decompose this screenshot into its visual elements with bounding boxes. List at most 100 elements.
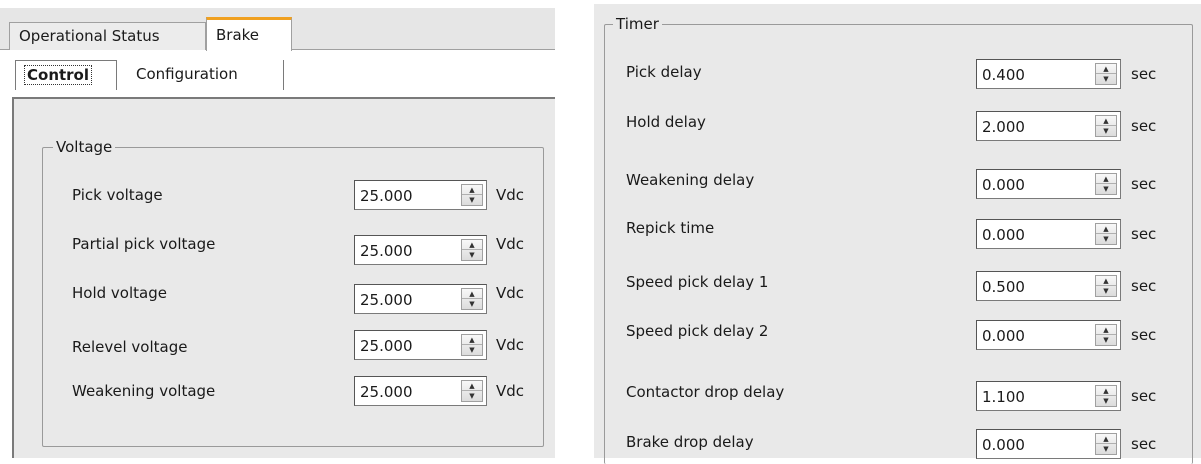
spin-down-icon[interactable]: ▼ [462,299,482,309]
tab-brake[interactable]: Brake [206,17,292,51]
spin-up-icon[interactable]: ▲ [1096,325,1116,335]
relevel-voltage-unit: Vdc [496,336,525,354]
weakening-delay-value[interactable]: 0.000 [982,176,1025,194]
spin-down-icon[interactable]: ▼ [1096,74,1116,84]
spin-down-icon[interactable]: ▼ [1096,335,1116,345]
pick-delay-stepper[interactable]: ▲ ▼ [1095,63,1117,85]
contactor-drop-delay-unit: sec [1131,387,1157,405]
relevel-voltage-value[interactable]: 25.000 [360,337,413,355]
partial-pick-voltage-value[interactable]: 25.000 [360,242,413,260]
spin-down-icon[interactable]: ▼ [1096,286,1116,296]
weakening-delay-spinner[interactable]: 0.000 ▲ ▼ [976,169,1121,199]
weakening-voltage-unit: Vdc [496,382,525,400]
partial-pick-voltage-stepper[interactable]: ▲ ▼ [461,239,483,261]
spin-up-icon[interactable]: ▲ [1096,174,1116,184]
relevel-voltage-label: Relevel voltage [72,338,188,356]
pick-delay-unit: sec [1131,65,1157,83]
spin-up-icon[interactable]: ▲ [1096,276,1116,286]
hold-delay-unit: sec [1131,117,1157,135]
repick-time-spinner[interactable]: 0.000 ▲ ▼ [976,219,1121,249]
repick-time-label: Repick time [626,219,715,237]
hold-voltage-stepper[interactable]: ▲ ▼ [461,288,483,310]
speed-pick-delay-2-stepper[interactable]: ▲ ▼ [1095,324,1117,346]
contactor-drop-delay-row: Contactor drop delay 1.100 ▲ ▼ sec [605,381,1192,411]
spin-down-icon[interactable]: ▼ [462,195,482,205]
spin-up-icon[interactable]: ▲ [462,381,482,391]
weakening-voltage-stepper[interactable]: ▲ ▼ [461,380,483,402]
spin-down-icon[interactable]: ▼ [462,391,482,401]
spin-up-icon[interactable]: ▲ [462,335,482,345]
contactor-drop-delay-spinner[interactable]: 1.100 ▲ ▼ [976,381,1121,411]
subtab-control[interactable]: Control [15,60,117,90]
weakening-delay-stepper[interactable]: ▲ ▼ [1095,173,1117,195]
sub-tab-bar: Control Configuration [0,50,555,98]
brake-drop-delay-value[interactable]: 0.000 [982,436,1025,454]
spin-down-icon[interactable]: ▼ [1096,184,1116,194]
hold-delay-stepper[interactable]: ▲ ▼ [1095,115,1117,137]
spin-up-icon[interactable]: ▲ [462,240,482,250]
pick-voltage-value[interactable]: 25.000 [360,187,413,205]
brake-drop-delay-stepper[interactable]: ▲ ▼ [1095,433,1117,455]
pick-delay-row: Pick delay 0.400 ▲ ▼ sec [605,59,1192,89]
spin-up-icon[interactable]: ▲ [1096,224,1116,234]
control-content: Voltage Pick voltage 25.000 ▲ ▼ Vdc Part… [12,97,555,458]
voltage-group-title: Voltage [53,137,116,157]
partial-pick-voltage-label: Partial pick voltage [72,235,216,253]
repick-time-stepper[interactable]: ▲ ▼ [1095,223,1117,245]
speed-pick-delay-2-spinner[interactable]: 0.000 ▲ ▼ [976,320,1121,350]
main-tab-bar: Operational Status Brake [0,8,555,51]
hold-delay-value[interactable]: 2.000 [982,118,1025,136]
hold-voltage-value[interactable]: 25.000 [360,291,413,309]
speed-pick-delay-1-value[interactable]: 0.500 [982,278,1025,296]
pick-voltage-row: Pick voltage 25.000 ▲ ▼ Vdc [43,180,543,210]
spin-up-icon[interactable]: ▲ [1096,386,1116,396]
speed-pick-delay-2-label: Speed pick delay 2 [626,322,769,340]
weakening-voltage-spinner[interactable]: 25.000 ▲ ▼ [354,376,487,406]
tab-operational-status[interactable]: Operational Status [9,22,206,50]
relevel-voltage-stepper[interactable]: ▲ ▼ [461,334,483,356]
brake-drop-delay-spinner[interactable]: 0.000 ▲ ▼ [976,429,1121,459]
pick-voltage-unit: Vdc [496,186,525,204]
speed-pick-delay-2-value[interactable]: 0.000 [982,327,1025,345]
spin-up-icon[interactable]: ▲ [462,185,482,195]
speed-pick-delay-1-spinner[interactable]: 0.500 ▲ ▼ [976,271,1121,301]
spin-up-icon[interactable]: ▲ [462,289,482,299]
pick-delay-spinner[interactable]: 0.400 ▲ ▼ [976,59,1121,89]
weakening-delay-label: Weakening delay [626,171,755,189]
partial-pick-voltage-row: Partial pick voltage 25.000 ▲ ▼ Vdc [43,235,543,265]
spin-up-icon[interactable]: ▲ [1096,434,1116,444]
spin-down-icon[interactable]: ▼ [1096,444,1116,454]
speed-pick-delay-1-row: Speed pick delay 1 0.500 ▲ ▼ sec [605,271,1192,301]
pick-voltage-stepper[interactable]: ▲ ▼ [461,184,483,206]
relevel-voltage-row: Relevel voltage 25.000 ▲ ▼ Vdc [43,330,543,360]
partial-pick-voltage-spinner[interactable]: 25.000 ▲ ▼ [354,235,487,265]
repick-time-unit: sec [1131,225,1157,243]
weakening-delay-row: Weakening delay 0.000 ▲ ▼ sec [605,169,1192,199]
contactor-drop-delay-label: Contactor drop delay [626,383,785,401]
spin-down-icon[interactable]: ▼ [1096,396,1116,406]
hold-delay-row: Hold delay 2.000 ▲ ▼ sec [605,111,1192,141]
speed-pick-delay-1-label: Speed pick delay 1 [626,273,769,291]
speed-pick-delay-1-stepper[interactable]: ▲ ▼ [1095,275,1117,297]
spin-up-icon[interactable]: ▲ [1096,116,1116,126]
hold-delay-spinner[interactable]: 2.000 ▲ ▼ [976,111,1121,141]
hold-voltage-spinner[interactable]: 25.000 ▲ ▼ [354,284,487,314]
timer-group-title: Timer [613,14,662,34]
contactor-drop-delay-stepper[interactable]: ▲ ▼ [1095,385,1117,407]
pick-delay-value[interactable]: 0.400 [982,66,1025,84]
weakening-voltage-value[interactable]: 25.000 [360,383,413,401]
spin-down-icon[interactable]: ▼ [1096,126,1116,136]
spin-down-icon[interactable]: ▼ [1096,234,1116,244]
hold-voltage-label: Hold voltage [72,284,167,302]
pick-voltage-spinner[interactable]: 25.000 ▲ ▼ [354,180,487,210]
spin-down-icon[interactable]: ▼ [462,250,482,260]
subtab-configuration[interactable]: Configuration [128,60,284,90]
repick-time-value[interactable]: 0.000 [982,226,1025,244]
repick-time-row: Repick time 0.000 ▲ ▼ sec [605,219,1192,249]
timer-panel: Timer Pick delay 0.400 ▲ ▼ sec Hold dela… [594,4,1201,464]
spin-up-icon[interactable]: ▲ [1096,64,1116,74]
weakening-voltage-row: Weakening voltage 25.000 ▲ ▼ Vdc [43,376,543,406]
spin-down-icon[interactable]: ▼ [462,345,482,355]
relevel-voltage-spinner[interactable]: 25.000 ▲ ▼ [354,330,487,360]
contactor-drop-delay-value[interactable]: 1.100 [982,388,1025,406]
